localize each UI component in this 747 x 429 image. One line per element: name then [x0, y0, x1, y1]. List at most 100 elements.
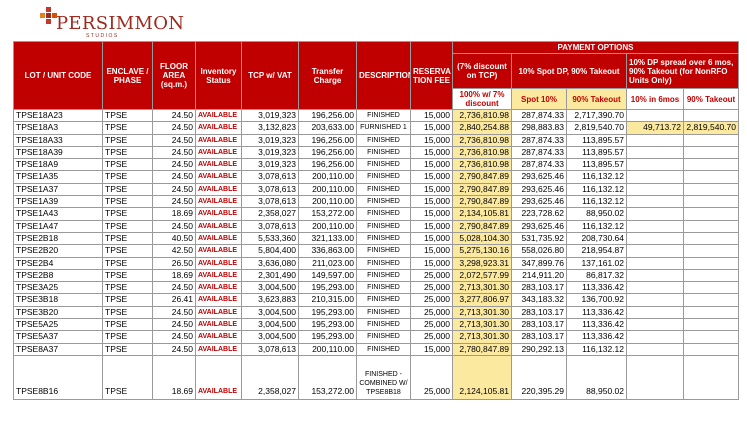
cell-spot: 298,883.83 [511, 121, 567, 135]
cell-area: 24.50 [152, 195, 196, 209]
cell-takeout2 [683, 256, 739, 270]
cell-transfer: 149,597.00 [298, 268, 357, 283]
cell-transfer: 210,315.00 [298, 293, 357, 307]
cell-spot: 347,899.76 [511, 256, 567, 270]
cell-desc: FINISHED [356, 108, 411, 123]
cell-lot: TPSE18A33 [13, 133, 103, 147]
cell-spot: 287,874.33 [511, 108, 567, 123]
cell-mos6 [626, 342, 684, 356]
cell-disc: 2,713,301.30 [452, 305, 512, 320]
cell-mos6 [626, 231, 684, 246]
cell-disc: 2,134,105.81 [452, 207, 512, 221]
cell-enc: TPSE [102, 318, 153, 332]
cell-tcp: 2,301,490 [241, 268, 299, 283]
cell-res: 25,000 [410, 293, 453, 307]
subheader-6mos: 10% in 6mos [626, 88, 684, 110]
cell-disc: 2,713,301.30 [452, 318, 512, 332]
cell-mos6 [626, 244, 684, 258]
cell-takeout2 [683, 133, 739, 147]
cell-lot: TPSE2B18 [13, 231, 103, 246]
cell-spot: 293,625.46 [511, 182, 567, 197]
cell-enc: TPSE [102, 158, 153, 172]
cell-spot: 287,874.33 [511, 145, 567, 160]
table-row: TPSE3B18 TPSE 26.41 AVAILABLE 3,623,883 210,3… [13, 293, 739, 307]
cell-tcp: 3,004,500 [241, 318, 299, 332]
cell-res: 15,000 [410, 133, 453, 147]
cell-takeout: 88,950.02 [566, 207, 627, 221]
cell-disc: 5,275,130.16 [452, 244, 512, 258]
cell-takeout: 116,132.12 [566, 182, 627, 197]
cell-enc: TPSE [102, 244, 153, 258]
cell-disc: 2,736,810.98 [452, 108, 512, 123]
cell-spot: 290,292.13 [511, 342, 567, 356]
cell-transfer: 200,110.00 [298, 219, 357, 233]
cell-mos6 [626, 108, 684, 123]
cell-takeout: 113,336.42 [566, 305, 627, 320]
cell-takeout2 [683, 219, 739, 233]
cell-takeout2: 2,819,540.70 [683, 121, 739, 135]
cell-tcp: 3,623,883 [241, 293, 299, 307]
cell-area: 18.69 [152, 268, 196, 283]
cell-desc: FINISHED [356, 195, 411, 209]
cell-area: 24.50 [152, 158, 196, 172]
cell-transfer: 195,293.00 [298, 330, 357, 344]
cell-takeout: 88,950.02 [566, 354, 627, 400]
header-floor-area: FLOOR AREA (sq.m.) [152, 41, 196, 110]
cell-lot: TPSE18A9 [13, 158, 103, 172]
cell-res: 25,000 [410, 354, 453, 400]
cell-area: 40.50 [152, 231, 196, 246]
logo-subtext: STUDIOS [86, 33, 119, 39]
cell-tcp: 3,078,613 [241, 170, 299, 184]
cell-status: AVAILABLE [195, 133, 242, 147]
cell-tcp: 2,358,027 [241, 354, 299, 400]
cell-status: AVAILABLE [195, 342, 242, 356]
header-inventory-status: Inventory Status [195, 41, 242, 110]
cell-transfer: 196,256.00 [298, 133, 357, 147]
cell-disc: 2,790,847.89 [452, 195, 512, 209]
cell-tcp: 3,019,323 [241, 133, 299, 147]
cell-mos6 [626, 207, 684, 221]
table-row: TPSE18A9 TPSE 24.50 AVAILABLE 3,019,323 196,2… [13, 158, 739, 172]
cell-desc: FURNISHED 1 [356, 121, 411, 135]
cell-area: 24.50 [152, 318, 196, 332]
price-list-table: LOT / UNIT CODE ENCLAVE / PHASE FLOOR AR… [13, 41, 739, 400]
cell-enc: TPSE [102, 330, 153, 344]
cell-mos6 [626, 256, 684, 270]
cell-takeout2 [683, 170, 739, 184]
cell-takeout2 [683, 195, 739, 209]
header-discount: (7% discount on TCP) [452, 53, 512, 89]
cell-status: AVAILABLE [195, 145, 242, 160]
cell-area: 24.50 [152, 170, 196, 184]
cell-enc: TPSE [102, 108, 153, 123]
cell-disc: 2,736,810.98 [452, 133, 512, 147]
cell-status: AVAILABLE [195, 219, 242, 233]
cell-tcp: 3,019,323 [241, 158, 299, 172]
cell-mos6 [626, 293, 684, 307]
table-row: TPSE5A37 TPSE 24.50 AVAILABLE 3,004,500 195,2… [13, 330, 739, 344]
cell-transfer: 211,023.00 [298, 256, 357, 270]
cell-mos6 [626, 195, 684, 209]
cell-spot: 283,103.17 [511, 305, 567, 320]
cell-res: 25,000 [410, 268, 453, 283]
cell-desc: FINISHED [356, 244, 411, 258]
cell-mos6 [626, 170, 684, 184]
cell-desc: FINISHED [356, 342, 411, 356]
table-row: TPSE18A33 TPSE 24.50 AVAILABLE 3,019,323 196,… [13, 133, 739, 147]
cell-tcp: 3,004,500 [241, 305, 299, 320]
cell-res: 15,000 [410, 158, 453, 172]
table-row: TPSE8B16 TPSE 18.69 AVAILABLE 2,358,027 153,2… [13, 354, 739, 400]
cell-status: AVAILABLE [195, 207, 242, 221]
cell-lot: TPSE1A35 [13, 170, 103, 184]
cell-takeout: 2,717,390.70 [566, 108, 627, 123]
cell-lot: TPSE5A25 [13, 318, 103, 332]
cell-area: 18.69 [152, 354, 196, 400]
cell-takeout: 116,132.12 [566, 342, 627, 356]
cell-tcp: 5,804,400 [241, 244, 299, 258]
cell-takeout2 [683, 268, 739, 283]
cell-takeout2 [683, 145, 739, 160]
table-body: TPSE18A23 TPSE 24.50 AVAILABLE 3,019,323 196,… [13, 108, 739, 400]
cell-spot: 283,103.17 [511, 281, 567, 295]
cell-spot: 293,625.46 [511, 170, 567, 184]
cell-lot: TPSE8A37 [13, 342, 103, 356]
header-reservation-fee: RESERVA TION FEE [410, 41, 453, 110]
